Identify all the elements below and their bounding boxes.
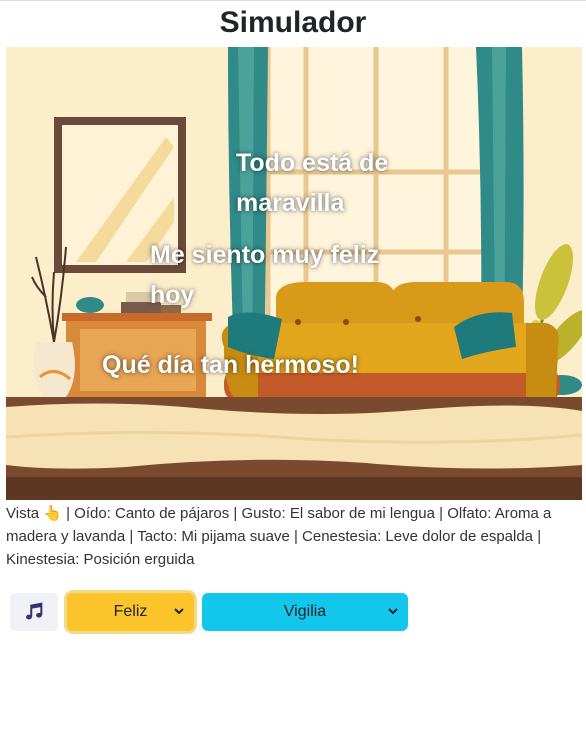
- sense-oido: Oído: Canto de pájaros: [74, 505, 230, 522]
- thought-text-3: Qué día tan hermoso!: [102, 351, 359, 379]
- page-title: Simulador: [219, 6, 367, 39]
- separator: |: [229, 505, 242, 522]
- separator: |: [533, 528, 542, 545]
- sense-cenestesia: Cenestesia: Leve dolor de espalda: [302, 528, 534, 545]
- separator: |: [289, 528, 303, 545]
- top-border: [0, 0, 586, 1]
- state-select-value: Vigilia: [283, 603, 327, 620]
- chevron-down-icon: [174, 608, 184, 615]
- thought-text-1: Todo está de maravilla: [236, 149, 389, 217]
- separator: |: [61, 505, 75, 522]
- mood-select[interactable]: Feliz: [67, 593, 194, 631]
- sense-kinestesia: Kinestesia: Posición erguida: [6, 551, 195, 568]
- separator: |: [125, 528, 138, 545]
- sense-tacto: Tacto: Mi pijama suave: [137, 528, 290, 545]
- thought-text-2: Me siento muy feliz hoy: [150, 241, 380, 309]
- sense-vista[interactable]: Vista 👆: [6, 505, 62, 522]
- music-note-icon: [26, 602, 43, 620]
- sense-gusto: Gusto: El sabor de mi lengua: [241, 505, 435, 522]
- scene-image: Todo está de maravilla Me siento muy fel…: [6, 47, 582, 500]
- state-select[interactable]: Vigilia: [202, 593, 408, 631]
- chevron-down-icon: [388, 608, 398, 615]
- separator: |: [434, 505, 448, 522]
- senses-list: Vista 👆 | Oído: Canto de pájaros | Gusto…: [6, 502, 582, 571]
- music-button[interactable]: [10, 593, 58, 631]
